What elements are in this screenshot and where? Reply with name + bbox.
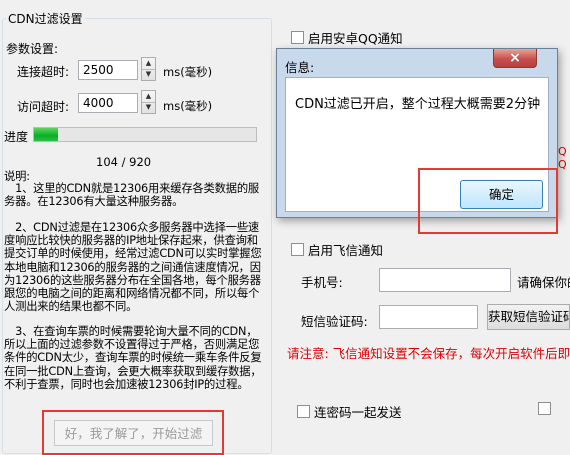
access-timeout-unit: ms(毫秒)	[163, 99, 213, 113]
feixin-label: 启用飞信通知	[308, 243, 384, 258]
group-title: CDN过滤设置	[6, 10, 85, 27]
sms-code-input[interactable]	[379, 305, 478, 329]
checkbox-icon[interactable]	[297, 405, 310, 418]
highlight-box-ok	[418, 168, 558, 234]
progress-bar	[33, 127, 257, 142]
feixin-checkbox[interactable]: 启用飞信通知	[291, 240, 383, 259]
android-qq-label: 启用安卓QQ通知	[308, 31, 403, 46]
sms-code-label: 短信验证码:	[301, 314, 368, 329]
close-icon[interactable]: ×	[493, 49, 537, 68]
explain-paragraph-1: 1、这里的CDN就是12306用来缓存各类数据的服务器。在12306有大量这种服…	[4, 182, 260, 209]
send-with-password-checkbox[interactable]: 连密码一起发送	[297, 402, 402, 421]
connect-timeout-label: 连接超时:	[17, 65, 70, 79]
checkbox-icon[interactable]	[291, 31, 304, 44]
partial-checkbox[interactable]	[538, 402, 555, 415]
connect-timeout-unit: ms(毫秒)	[163, 65, 213, 79]
params-label: 参数设置:	[6, 42, 59, 56]
progress-label: 进度	[4, 130, 29, 144]
highlight-box-start	[42, 410, 224, 455]
access-timeout-label: 访问超时:	[17, 100, 70, 114]
access-timeout-spinner[interactable]: ▲ ▼	[141, 90, 156, 114]
partial-side-text: QQ	[558, 145, 567, 171]
access-timeout-input[interactable]: 4000	[78, 93, 138, 113]
progress-text: 104 / 920	[96, 155, 152, 169]
explain-paragraph-2: 2、CDN过滤是在12306众多服务器中选择一些速度响应比较快的服务器的IP地址…	[4, 221, 262, 314]
phone-label: 手机号:	[301, 275, 343, 290]
android-qq-checkbox[interactable]: 启用安卓QQ通知	[291, 28, 403, 47]
dialog-message: CDN过滤已开启，整个过程大概需要2分钟	[295, 97, 541, 112]
phone-input[interactable]	[379, 268, 511, 292]
cdn-filter-panel: CDN过滤设置 参数设置: 连接超时: 2500 ▲ ▼ ms(毫秒) 访问超时…	[0, 0, 275, 455]
progress-fill	[34, 128, 59, 141]
get-sms-code-button[interactable]: 获取短信验证码	[487, 304, 570, 330]
connect-timeout-spinner[interactable]: ▲ ▼	[141, 57, 156, 81]
checkbox-icon[interactable]	[538, 402, 551, 415]
feixin-warning: 请注意: 飞信通知设置不会保存，每次开启软件后即失效	[287, 346, 570, 361]
explain-paragraph-3: 3、在查询车票的时候需要轮询大量不同的CDN，所以上面的过滤参数不设置得过于严格…	[4, 325, 262, 391]
checkbox-icon[interactable]	[291, 243, 304, 256]
spin-down-icon[interactable]: ▼	[142, 69, 155, 80]
spin-down-icon[interactable]: ▼	[142, 102, 155, 113]
connect-timeout-input[interactable]: 2500	[78, 60, 138, 80]
send-with-password-label: 连密码一起发送	[314, 405, 402, 420]
dialog-title: 信息:	[285, 60, 315, 75]
phone-note: 请确保你的	[517, 275, 570, 290]
